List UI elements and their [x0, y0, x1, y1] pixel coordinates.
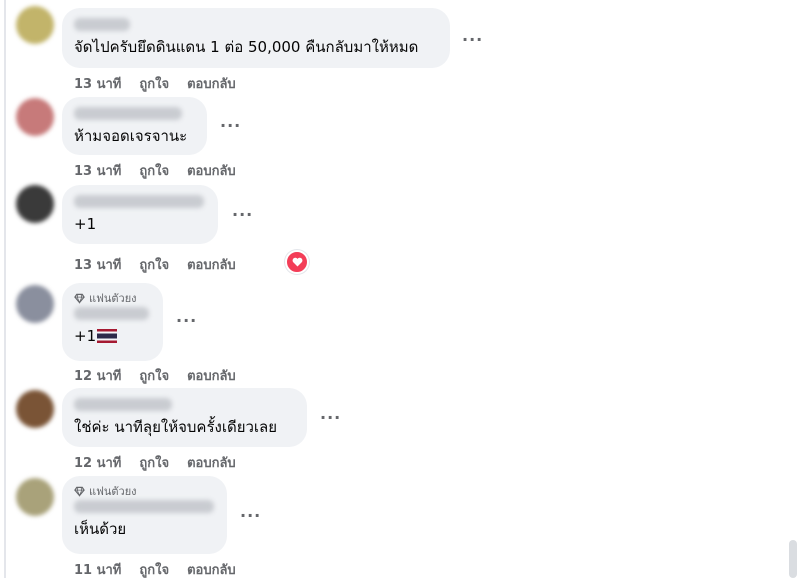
- author-name-blurred[interactable]: [74, 18, 130, 31]
- like-button[interactable]: ถูกใจ: [139, 559, 169, 580]
- avatar[interactable]: [16, 98, 54, 136]
- comment-text-value: +1: [74, 327, 97, 345]
- like-button[interactable]: ถูกใจ: [139, 160, 169, 181]
- avatar[interactable]: [16, 285, 54, 323]
- comment-text: จัดไปครับยึดดินแดน 1 ต่อ 50,000 คืนกลับม…: [74, 38, 419, 56]
- like-button[interactable]: ถูกใจ: [139, 73, 169, 94]
- comment-time: 13 นาที: [74, 258, 122, 273]
- comment-bubble: ใช่ค่ะ นาทีลุยให้จบครั้งเดียวเลย: [62, 388, 307, 447]
- love-reaction-icon[interactable]: [285, 250, 309, 274]
- reply-button[interactable]: ตอบกลับ: [187, 254, 236, 275]
- comment-time: 12 นาที: [74, 456, 122, 471]
- comment-time: 12 นาที: [74, 369, 122, 384]
- author-name-blurred[interactable]: [74, 195, 204, 208]
- comment-text: เห็นด้วย: [74, 520, 127, 538]
- reply-button[interactable]: ตอบกลับ: [187, 559, 236, 580]
- author-name-blurred[interactable]: [74, 500, 214, 513]
- comment-bubble: ห้ามจอดเจรจานะ: [62, 97, 207, 155]
- comment-time: 11 นาที: [74, 563, 122, 578]
- reply-button[interactable]: ตอบกลับ: [187, 365, 236, 386]
- diamond-icon: [74, 486, 85, 497]
- reply-button[interactable]: ตอบกลับ: [187, 452, 236, 473]
- more-options-icon[interactable]: ···: [320, 408, 341, 427]
- scrollbar[interactable]: [789, 540, 797, 578]
- avatar[interactable]: [16, 478, 54, 516]
- avatar[interactable]: [16, 390, 54, 428]
- comment-text: ใช่ค่ะ นาทีลุยให้จบครั้งเดียวเลย: [74, 418, 278, 436]
- reply-button[interactable]: ตอบกลับ: [187, 73, 236, 94]
- comment-bubble: จัดไปครับยึดดินแดน 1 ต่อ 50,000 คืนกลับม…: [62, 8, 450, 68]
- comment-time: 13 นาที: [74, 77, 122, 92]
- more-options-icon[interactable]: ···: [240, 506, 261, 525]
- more-options-icon[interactable]: ···: [232, 205, 253, 224]
- more-options-icon[interactable]: ···: [220, 116, 241, 135]
- like-button[interactable]: ถูกใจ: [139, 254, 169, 275]
- comment-actions: 12 นาที ถูกใจ ตอบกลับ: [74, 365, 236, 386]
- avatar[interactable]: [16, 185, 54, 223]
- comment-bubble: แฟนตัวยง +1: [62, 283, 163, 361]
- diamond-icon: [74, 293, 85, 304]
- author-name-blurred[interactable]: [74, 398, 172, 411]
- author-name-blurred[interactable]: [74, 307, 149, 320]
- comment-time: 13 นาที: [74, 164, 122, 179]
- comment-text: +1: [74, 215, 97, 233]
- more-options-icon[interactable]: ···: [462, 30, 483, 49]
- reply-button[interactable]: ตอบกลับ: [187, 160, 236, 181]
- comment-text: ห้ามจอดเจรจานะ: [74, 127, 188, 145]
- author-name-blurred[interactable]: [74, 107, 182, 120]
- top-fan-badge: แฟนตัวยง: [74, 291, 151, 305]
- comment-text: +1: [74, 326, 151, 346]
- like-button[interactable]: ถูกใจ: [139, 452, 169, 473]
- badge-label: แฟนตัวยง: [89, 292, 137, 305]
- comment-actions: 13 นาที ถูกใจ ตอบกลับ: [74, 254, 236, 275]
- badge-label: แฟนตัวยง: [89, 485, 137, 498]
- more-options-icon[interactable]: ···: [176, 311, 197, 330]
- comment-bubble: แฟนตัวยง เห็นด้วย: [62, 476, 227, 554]
- thai-flag-icon: [97, 329, 118, 343]
- like-button[interactable]: ถูกใจ: [139, 365, 169, 386]
- avatar[interactable]: [16, 6, 54, 44]
- comment-actions: 13 นาที ถูกใจ ตอบกลับ: [74, 160, 236, 181]
- top-fan-badge: แฟนตัวยง: [74, 484, 215, 498]
- comment-actions: 12 นาที ถูกใจ ตอบกลับ: [74, 452, 236, 473]
- left-border: [4, 0, 6, 578]
- comment-actions: 11 นาที ถูกใจ ตอบกลับ: [74, 559, 236, 580]
- comment-bubble: +1: [62, 185, 218, 244]
- comment-actions: 13 นาที ถูกใจ ตอบกลับ: [74, 73, 236, 94]
